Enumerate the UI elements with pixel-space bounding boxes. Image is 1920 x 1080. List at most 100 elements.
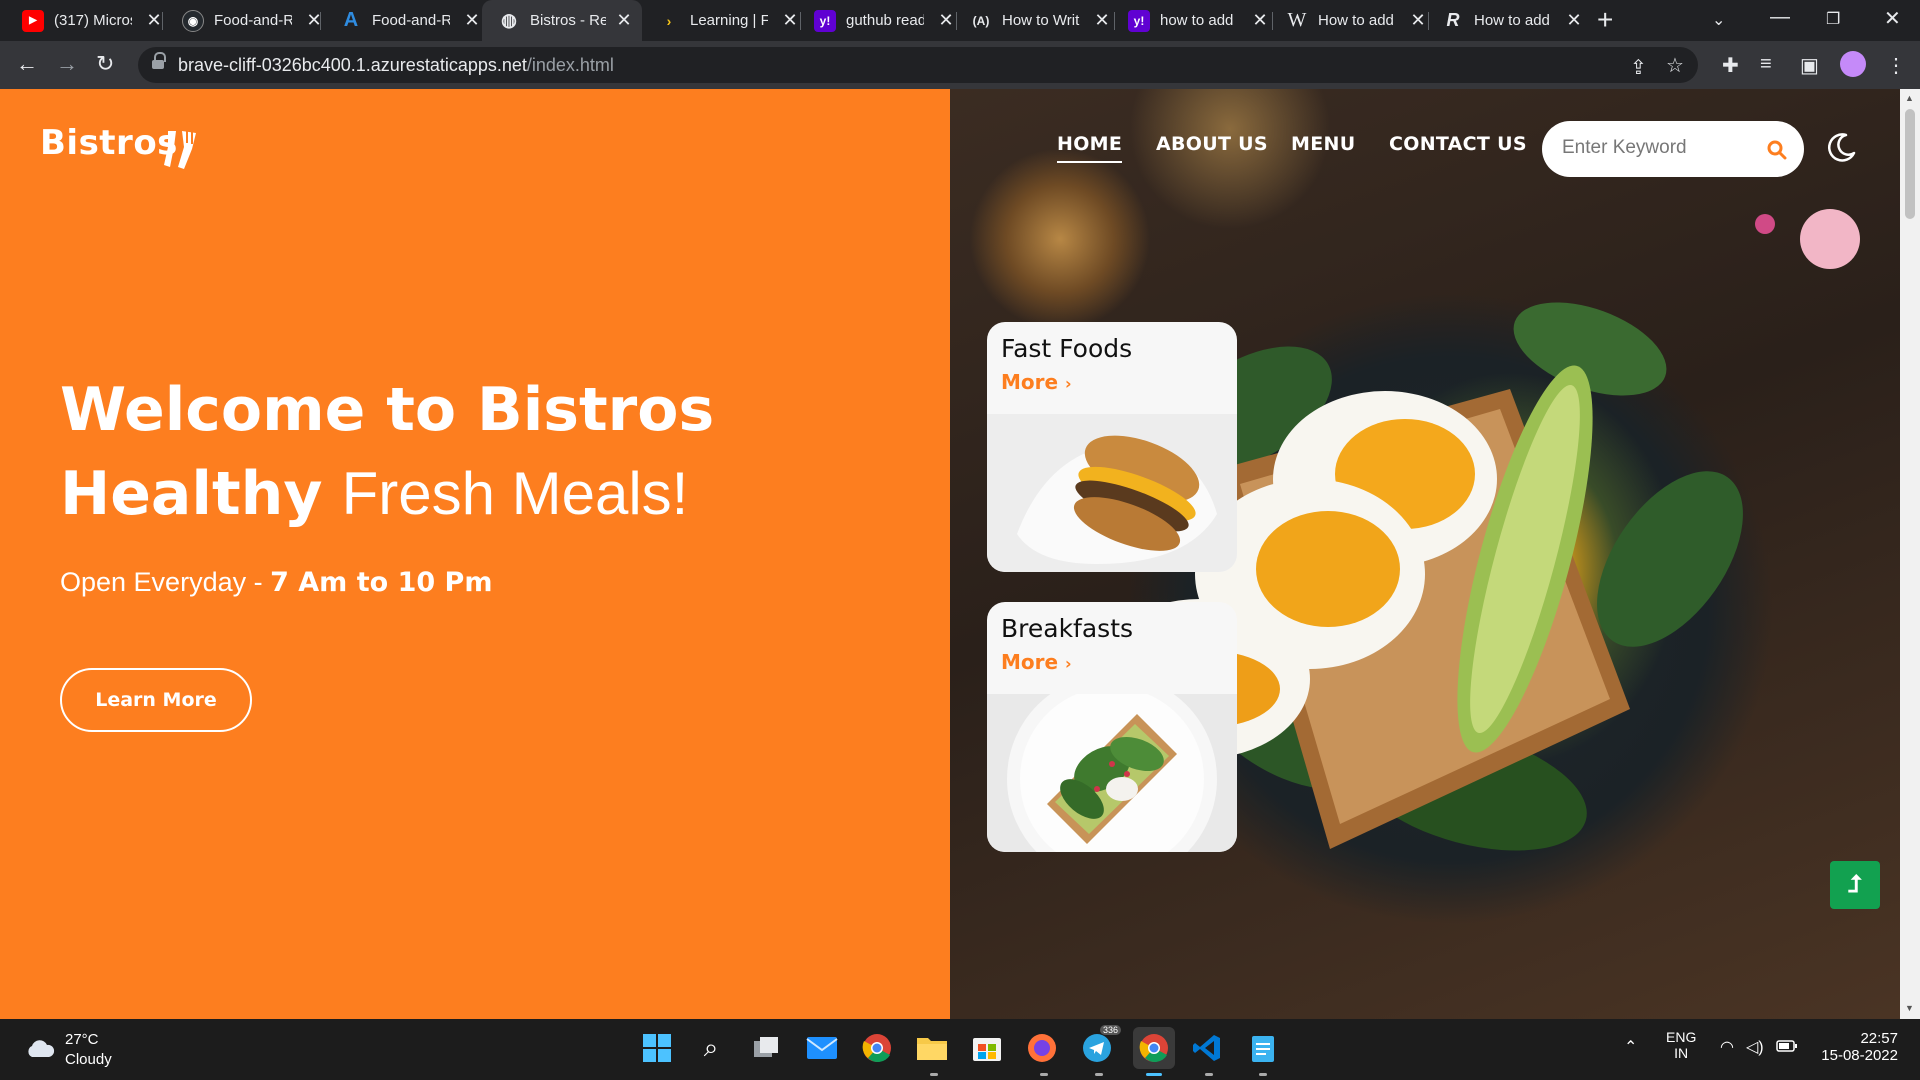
tab-github[interactable]: ◉ Food-and-Recipes ✕ — [160, 0, 322, 41]
web-page: ▲ ▼ Bistros HOME ABOUT US MENU CONTACT U… — [0, 89, 1920, 1019]
tab-learning[interactable]: › Learning | Flipkart ✕ — [636, 0, 798, 41]
telegram-unread-badge: 336 — [1100, 1025, 1122, 1035]
mail-icon[interactable] — [805, 1031, 839, 1065]
learn-more-button[interactable]: Learn More — [60, 668, 252, 732]
browser-tab-strip: ▶ (317) Microsoft ✕ ◉ Food-and-Recipes ✕… — [0, 0, 1920, 41]
site-logo[interactable]: Bistros — [40, 123, 178, 163]
github-icon: ◉ — [182, 9, 204, 32]
tab-reddit[interactable]: R How to add ✕ — [1420, 0, 1582, 41]
card-more-link[interactable]: More › — [1001, 650, 1072, 674]
windows-start-icon[interactable] — [640, 1031, 674, 1065]
close-icon[interactable]: ✕ — [1566, 10, 1582, 31]
chrome-active-icon[interactable] — [1133, 1027, 1175, 1069]
running-indicator — [1205, 1073, 1213, 1076]
weather-temperature[interactable]: 27°C — [65, 1031, 99, 1048]
file-explorer-icon[interactable] — [915, 1031, 949, 1065]
tab-search-icon[interactable]: ⌄ — [1712, 10, 1725, 30]
learning-icon: › — [666, 12, 672, 29]
search-icon[interactable] — [1767, 140, 1787, 160]
tab-wikipedia[interactable]: W How to add ✕ — [1264, 0, 1426, 41]
minimize-button[interactable]: — — [1770, 6, 1790, 29]
chrome-icon[interactable] — [860, 1031, 894, 1065]
tab-title: guthub readme — [846, 12, 924, 29]
language-indicator[interactable]: ENG IN — [1666, 1029, 1696, 1061]
close-icon[interactable]: ✕ — [616, 10, 632, 31]
running-indicator — [1095, 1073, 1103, 1076]
language-region: IN — [1674, 1045, 1689, 1061]
nav-menu[interactable]: MENU — [1291, 133, 1355, 155]
tab-yahoo-1[interactable]: y! guthub readme ✕ — [792, 0, 954, 41]
cloud-weather-icon[interactable] — [24, 1039, 56, 1059]
nav-contact-us[interactable]: CONTACT US — [1389, 133, 1527, 155]
share-icon[interactable]: ⇪ — [1630, 55, 1647, 80]
search-placeholder: Enter Keyword — [1562, 137, 1687, 158]
profile-avatar[interactable] — [1840, 51, 1866, 77]
scroll-down-arrow-icon[interactable]: ▼ — [1905, 1003, 1914, 1013]
weather-description[interactable]: Cloudy — [65, 1051, 112, 1068]
url-text[interactable]: brave-cliff-0326bc400.1.azurestaticapps.… — [178, 55, 614, 76]
close-icon[interactable]: ✕ — [464, 10, 480, 31]
tab-title: Bistros - Restaurant — [530, 12, 606, 29]
hero-heading-line-2: Healthy Fresh Meals! — [60, 459, 688, 529]
wifi-icon[interactable]: ◠ — [1720, 1037, 1734, 1057]
tab-title: Food-and-Recipes — [214, 12, 292, 29]
chevron-right-icon: › — [1065, 374, 1072, 393]
scrollbar-thumb[interactable] — [1905, 109, 1915, 219]
back-to-top-button[interactable]: ⮥ — [1830, 861, 1880, 909]
chevron-right-icon: › — [1065, 654, 1072, 673]
task-view-icon[interactable] — [750, 1031, 784, 1065]
card-more-link[interactable]: More › — [1001, 370, 1072, 394]
nav-home[interactable]: HOME — [1057, 133, 1123, 163]
tab-yahoo-2[interactable]: y! how to add ✕ — [1106, 0, 1268, 41]
card-more-label: More — [1001, 650, 1059, 674]
window-close-button[interactable]: ✕ — [1884, 6, 1901, 31]
address-bar[interactable]: brave-cliff-0326bc400.1.azurestaticapps.… — [138, 47, 1698, 83]
firefox-icon[interactable] — [1025, 1031, 1059, 1065]
category-card-fast-foods[interactable]: Fast Foods More › — [987, 322, 1237, 572]
card-title: Breakfasts — [1001, 614, 1134, 643]
vscode-icon[interactable] — [1190, 1031, 1224, 1065]
tab-how-to-write[interactable]: (A) How to Write ✕ — [948, 0, 1110, 41]
bookmark-star-icon[interactable]: ☆ — [1666, 53, 1684, 78]
category-card-breakfasts[interactable]: Breakfasts More › — [987, 602, 1237, 852]
restore-button[interactable]: ❐ — [1826, 9, 1840, 29]
tab-title: Food-and-Recipes — [372, 12, 450, 29]
scroll-up-arrow-icon[interactable]: ▲ — [1905, 93, 1914, 103]
search-input[interactable]: Enter Keyword — [1542, 121, 1804, 177]
microsoft-store-icon[interactable] — [970, 1031, 1004, 1065]
tab-azure[interactable]: A Food-and-Recipes ✕ — [318, 0, 480, 41]
notepad-icon[interactable] — [1246, 1031, 1280, 1065]
reload-icon[interactable]: ↻ — [96, 51, 114, 77]
back-arrow-icon[interactable]: ← — [16, 51, 38, 77]
tab-youtube[interactable]: ▶ (317) Microsoft ✕ — [0, 0, 162, 41]
more-menu-icon[interactable]: ⋮ — [1886, 53, 1906, 78]
language-code: ENG — [1666, 1029, 1697, 1045]
windows-taskbar: 27°C Cloudy ⌕ 336 ⌃ ENG IN ◠ ◁) 22:57 15… — [0, 1019, 1920, 1080]
nav-about-us[interactable]: ABOUT US — [1156, 133, 1268, 155]
lock-icon[interactable] — [152, 52, 166, 71]
hours-value: 7 Am to 10 Pm — [270, 567, 493, 598]
new-tab-button[interactable]: + — [1597, 4, 1613, 36]
page-scrollbar[interactable]: ▲ ▼ — [1900, 89, 1920, 1019]
search-icon[interactable]: ⌕ — [694, 1031, 728, 1065]
yahoo-icon: y! — [1128, 9, 1150, 32]
youtube-icon: ▶ — [22, 9, 44, 32]
hero-heading-line-1: Welcome to Bistros — [60, 375, 714, 445]
reddit-icon: R — [1446, 10, 1460, 30]
burger-image — [987, 414, 1237, 572]
hero-line-2-bold: Healthy — [60, 459, 323, 529]
extensions-icon[interactable]: ✚ — [1722, 53, 1739, 78]
volume-icon[interactable]: ◁) — [1746, 1037, 1764, 1057]
telegram-icon[interactable]: 336 — [1080, 1025, 1122, 1065]
running-indicator — [930, 1073, 938, 1076]
side-panel-icon[interactable]: ▣ — [1800, 53, 1819, 78]
fork-knife-logo-icon — [164, 131, 196, 169]
system-clock[interactable]: 22:57 15-08-2022 — [1818, 1030, 1898, 1064]
dark-mode-moon-icon[interactable] — [1826, 131, 1858, 163]
media-control-icon[interactable]: ≡ — [1760, 53, 1772, 76]
opening-hours: Open Everyday - 7 Am to 10 Pm — [60, 567, 492, 598]
tab-bistros[interactable]: ◍ Bistros - Restaurant ✕ — [482, 0, 642, 41]
forward-arrow-icon[interactable]: → — [56, 51, 78, 77]
chevron-up-icon[interactable]: ⌃ — [1624, 1037, 1637, 1057]
battery-icon[interactable] — [1776, 1039, 1798, 1055]
